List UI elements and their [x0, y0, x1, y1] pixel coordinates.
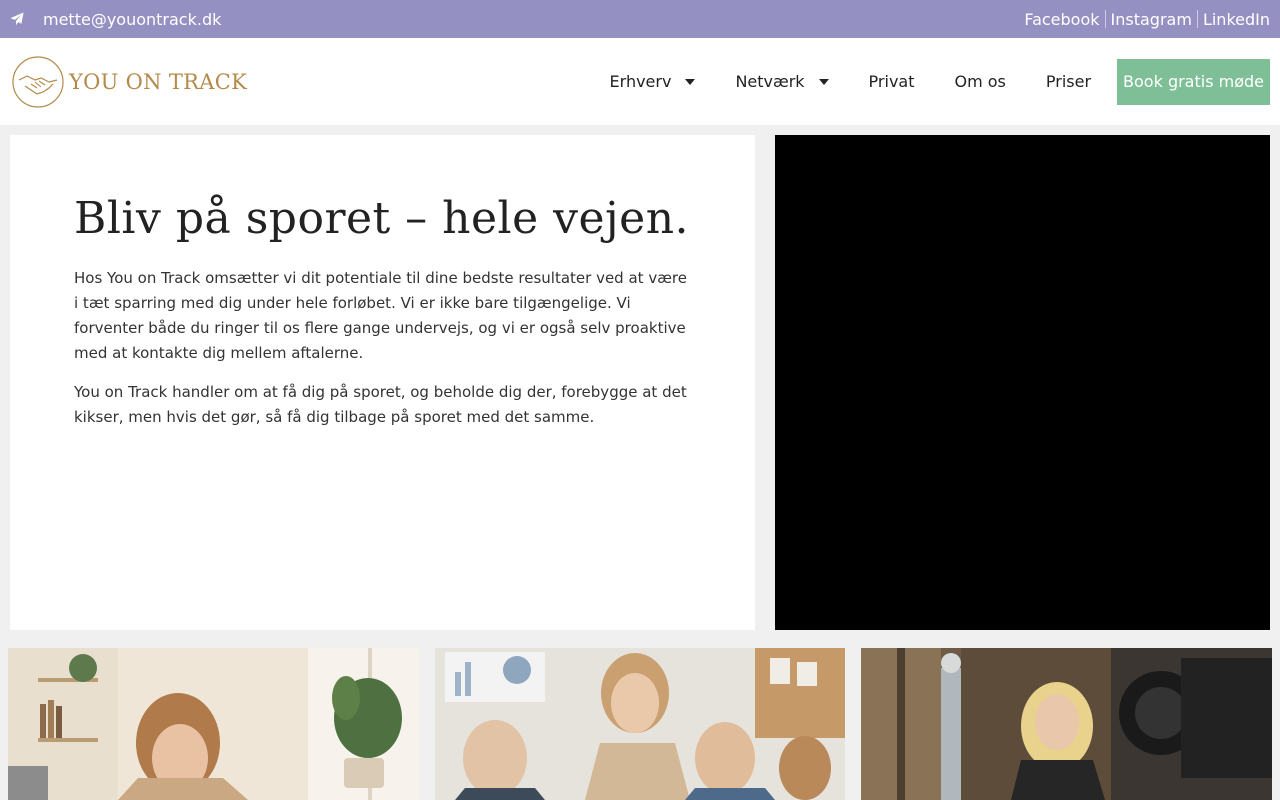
instagram-link[interactable]: Instagram: [1111, 10, 1192, 29]
top-bar: mette@youontrack.dk Facebook Instagram L…: [0, 0, 1280, 38]
nav-item-privat[interactable]: Privat: [849, 72, 935, 91]
paper-plane-icon: [10, 12, 24, 26]
nav-label: Om os: [954, 72, 1006, 91]
email-link[interactable]: mette@youontrack.dk: [10, 10, 221, 29]
email-text: mette@youontrack.dk: [43, 9, 222, 29]
main-nav: Erhverv Netværk Privat Om os Priser Book…: [590, 38, 1270, 125]
hero-title: Bliv på sporet – hele vejen.: [74, 193, 690, 244]
caret-down-icon: [685, 78, 696, 85]
divider: [1104, 10, 1106, 28]
nav-item-om-os[interactable]: Om os: [934, 72, 1025, 91]
nav-label: Netværk: [735, 72, 805, 91]
caret-down-icon: [818, 78, 829, 85]
hero-paragraph: You on Track handler om at få dig på spo…: [74, 383, 687, 426]
photo-tv-interview: [861, 648, 1272, 800]
logo[interactable]: YOU ON TRACK: [11, 55, 248, 108]
book-meeting-button[interactable]: Book gratis møde: [1117, 58, 1270, 105]
linkedin-link[interactable]: LinkedIn: [1203, 10, 1270, 29]
facebook-link[interactable]: Facebook: [1024, 10, 1099, 29]
nav-label: Priser: [1045, 72, 1092, 91]
hero-text-panel: Bliv på sporet – hele vejen. Hos You on …: [10, 135, 755, 630]
site-header: YOU ON TRACK Erhverv Netværk Privat Om o…: [0, 38, 1280, 125]
social-links: Facebook Instagram LinkedIn: [1024, 10, 1270, 29]
logo-text: YOU ON TRACK: [69, 69, 248, 94]
nav-item-netvaerk[interactable]: Netværk: [715, 72, 848, 91]
hero-paragraph: Hos You on Track omsætter vi dit potenti…: [74, 269, 687, 362]
nav-label: Privat: [868, 72, 915, 91]
video-player[interactable]: [775, 135, 1270, 630]
handshake-icon: [12, 55, 64, 108]
nav-label: Erhverv: [609, 72, 672, 91]
nav-item-priser[interactable]: Priser: [1026, 72, 1111, 91]
divider: [1196, 10, 1198, 28]
photo-team-meeting: [435, 648, 845, 800]
photo-woman-working: [8, 648, 419, 800]
nav-item-erhverv[interactable]: Erhverv: [590, 72, 716, 91]
